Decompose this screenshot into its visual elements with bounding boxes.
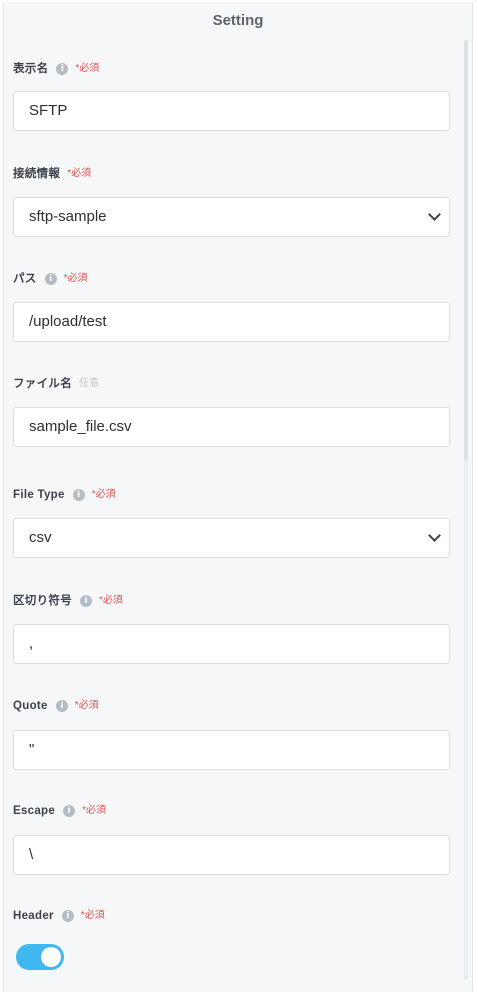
info-icon[interactable]: i — [63, 805, 76, 817]
quote-input[interactable]: " — [13, 730, 450, 770]
quote-label: Quote i *必須 — [13, 700, 99, 712]
required-tag: *必須 — [75, 63, 100, 74]
connection-select[interactable]: sftp-sample — [13, 197, 450, 237]
chevron-down-icon — [428, 529, 441, 542]
escape-input[interactable]: \ — [13, 835, 450, 875]
scrollbar-thumb[interactable] — [464, 40, 468, 460]
info-icon[interactable]: i — [61, 910, 74, 922]
path-label: パス i *必須 — [13, 273, 88, 285]
header-toggle[interactable] — [16, 944, 64, 970]
toggle-knob — [41, 947, 61, 967]
chevron-down-icon — [428, 208, 441, 221]
file-type-select-value: csv — [29, 529, 52, 546]
required-tag: *必須 — [80, 910, 105, 921]
optional-tag: 任意 — [79, 378, 99, 389]
required-tag: *必須 — [63, 273, 88, 284]
info-icon[interactable]: i — [72, 489, 85, 501]
display-name-input[interactable]: SFTP — [13, 91, 450, 131]
delimiter-input[interactable]: , — [13, 624, 450, 664]
file-name-input[interactable]: sample_file.csv — [13, 407, 450, 447]
delimiter-label: 区切り符号 i *必須 — [13, 595, 123, 607]
panel-title: Setting — [212, 12, 264, 29]
header-label: Header i *必須 — [13, 910, 105, 922]
info-icon[interactable]: i — [55, 700, 68, 712]
required-tag: *必須 — [74, 700, 99, 711]
path-input[interactable]: /upload/test — [13, 302, 450, 342]
required-tag: *必須 — [67, 168, 92, 179]
required-tag: *必須 — [82, 805, 106, 816]
info-icon[interactable]: i — [80, 595, 92, 607]
required-tag: *必須 — [91, 489, 116, 500]
info-icon[interactable]: i — [56, 63, 69, 75]
file-name-label: ファイル名 任意 — [13, 378, 99, 390]
connection-select-value: sftp-sample — [29, 208, 107, 225]
file-type-select[interactable]: csv — [13, 518, 450, 558]
display-name-label: 表示名 i *必須 — [13, 63, 100, 75]
escape-label: Escape i *必須 — [13, 805, 106, 817]
required-tag: *必須 — [99, 595, 123, 606]
file-type-label: File Type i *必須 — [13, 489, 116, 501]
info-icon[interactable]: i — [44, 273, 57, 285]
connection-label: 接続情報 *必須 — [13, 168, 92, 180]
